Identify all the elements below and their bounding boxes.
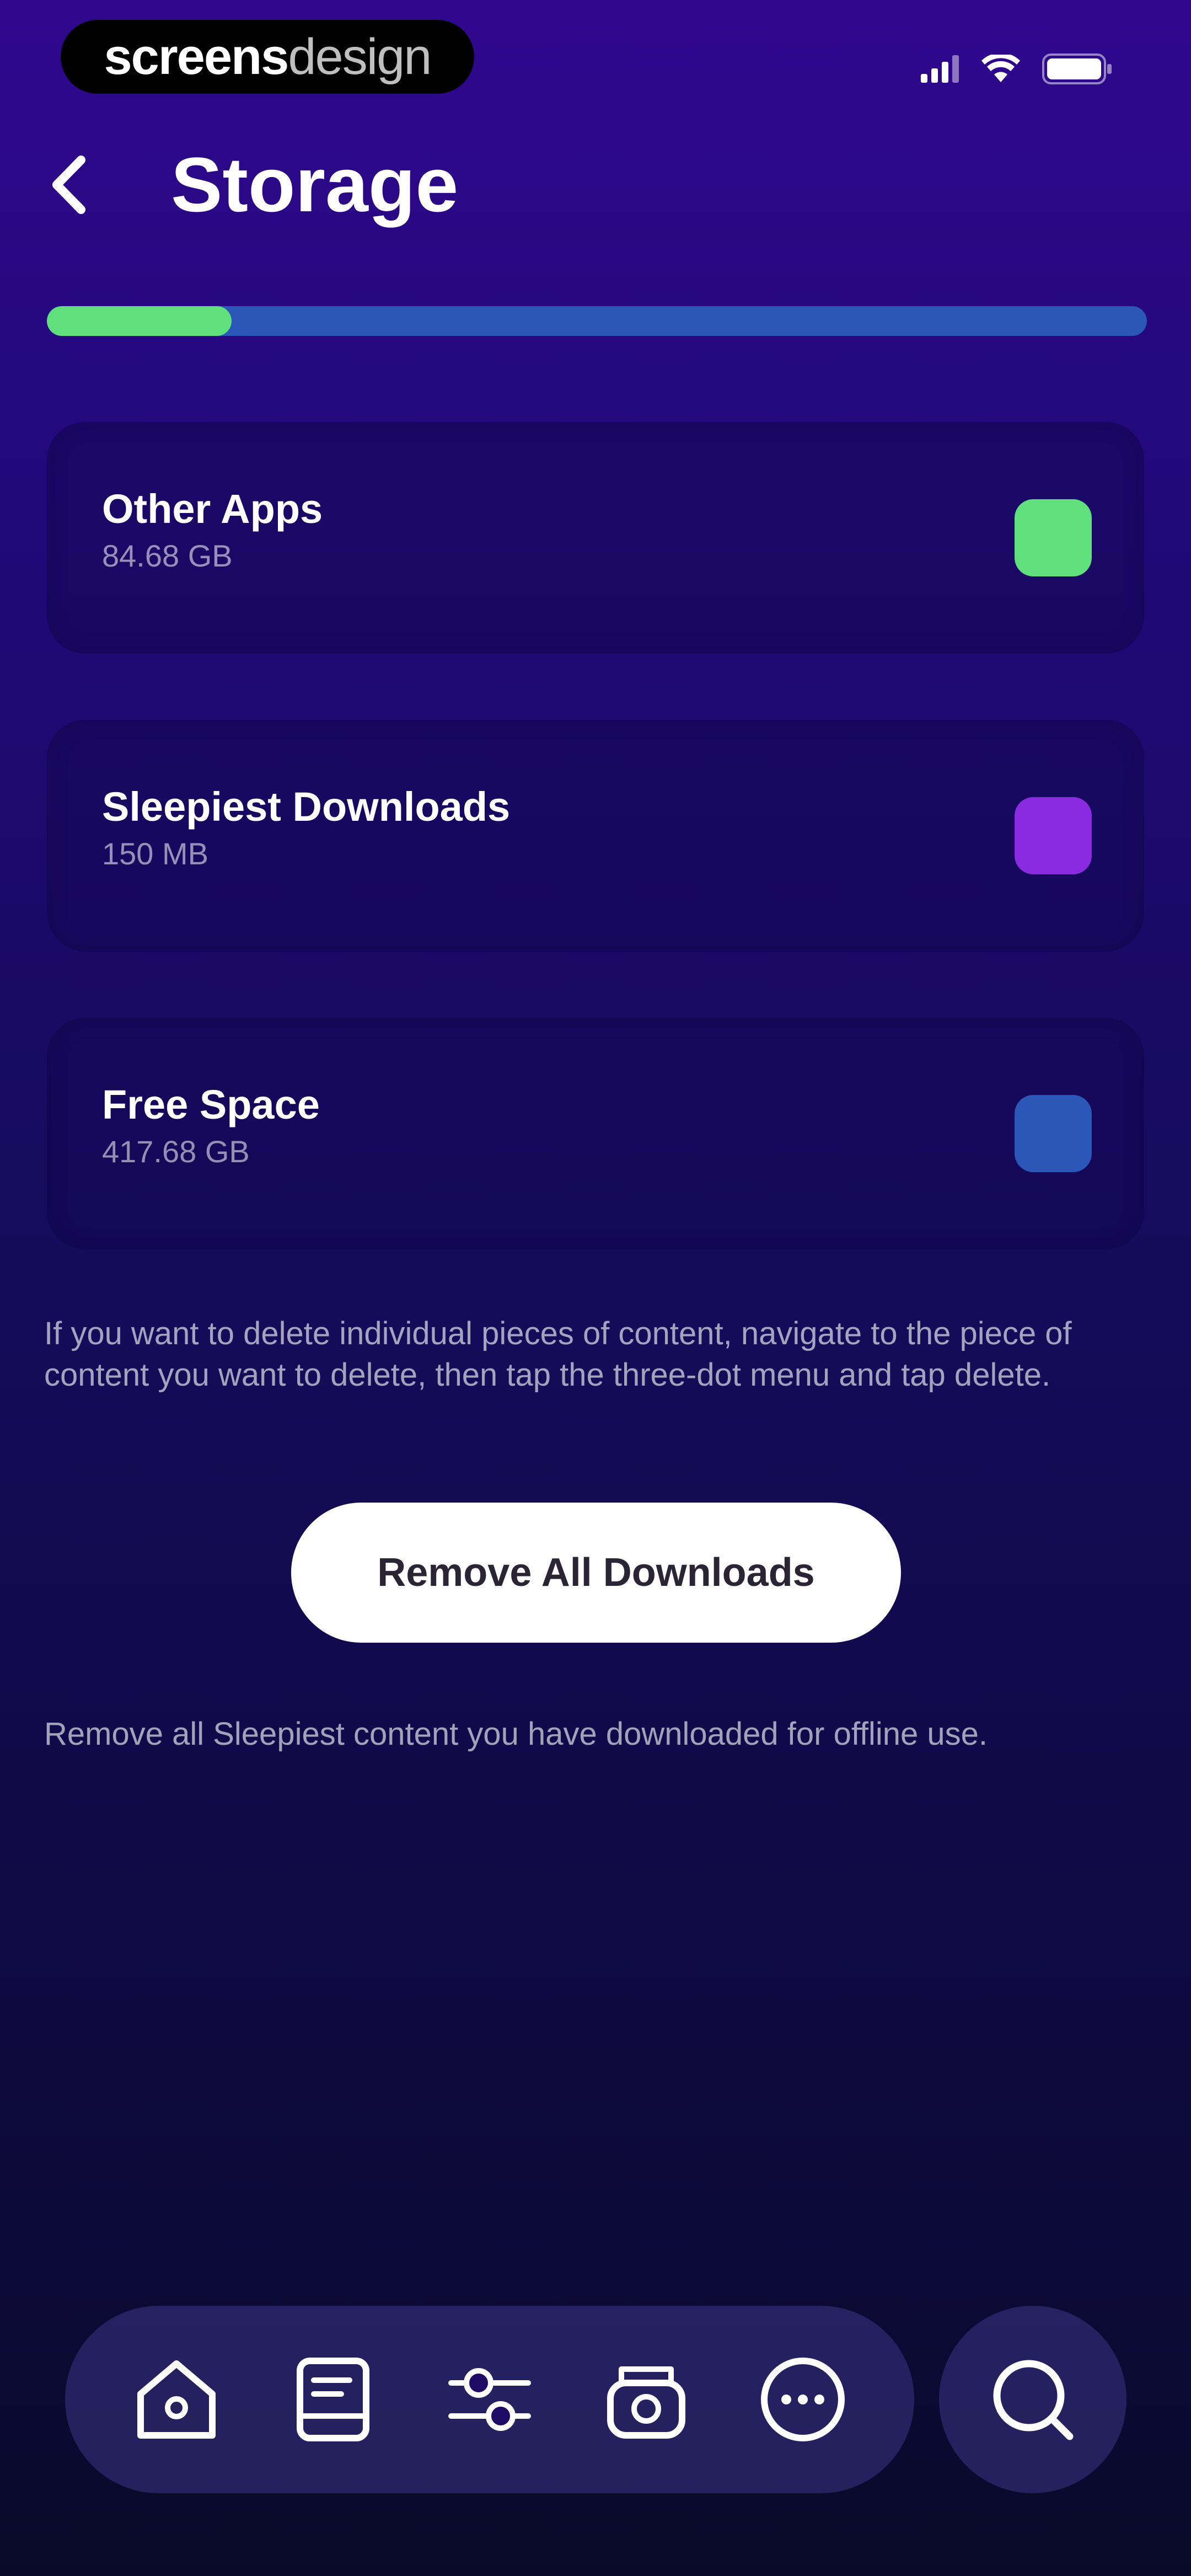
signal-icon bbox=[921, 55, 959, 83]
storage-item-other-apps: Other Apps 84.68 GB bbox=[47, 422, 1144, 654]
tab-journal[interactable] bbox=[278, 2344, 388, 2455]
storage-item-label: Sleepiest Downloads bbox=[102, 784, 511, 830]
page-title: Storage bbox=[171, 141, 459, 228]
brand-watermark: screens design bbox=[61, 20, 474, 94]
brand-bold: screens bbox=[104, 28, 289, 85]
search-icon bbox=[993, 2360, 1074, 2440]
brand-light: design bbox=[288, 28, 432, 85]
delete-instructions-text: If you want to delete individual pieces … bbox=[44, 1316, 1072, 1393]
storage-item-free-space: Free Space 417.68 GB bbox=[47, 1018, 1144, 1249]
sliders-icon bbox=[448, 2368, 531, 2431]
radio-icon bbox=[607, 2366, 685, 2439]
storage-item-size: 417.68 GB bbox=[102, 1134, 250, 1169]
wifi-icon bbox=[981, 55, 1020, 82]
storage-item-size: 150 MB bbox=[102, 836, 208, 871]
color-swatch bbox=[1015, 499, 1092, 576]
back-button[interactable] bbox=[39, 149, 99, 221]
search-button[interactable] bbox=[939, 2306, 1126, 2493]
storage-usage-bar bbox=[47, 306, 1147, 336]
storage-item-label: Other Apps bbox=[102, 486, 323, 532]
battery-icon bbox=[1042, 54, 1112, 84]
tab-more[interactable] bbox=[748, 2344, 858, 2455]
color-swatch bbox=[1015, 797, 1092, 874]
tab-sliders[interactable] bbox=[434, 2344, 545, 2455]
journal-icon bbox=[297, 2358, 369, 2441]
bottom-tab-bar bbox=[65, 2306, 914, 2493]
tab-home[interactable] bbox=[121, 2344, 232, 2455]
storage-item-sleepiest-downloads: Sleepiest Downloads 150 MB bbox=[47, 720, 1144, 952]
more-icon bbox=[761, 2358, 845, 2441]
storage-item-label: Free Space bbox=[102, 1082, 320, 1127]
tab-radio[interactable] bbox=[591, 2344, 701, 2455]
remove-all-downloads-button[interactable]: Remove All Downloads bbox=[291, 1503, 901, 1643]
chevron-left-icon bbox=[52, 156, 85, 214]
home-icon bbox=[137, 2360, 216, 2439]
storage-used-fill bbox=[47, 306, 232, 336]
storage-item-size: 84.68 GB bbox=[102, 538, 233, 573]
color-swatch bbox=[1015, 1095, 1092, 1172]
status-icons bbox=[921, 44, 1114, 94]
remove-downloads-description: Remove all Sleepiest content you have do… bbox=[44, 1716, 988, 1752]
